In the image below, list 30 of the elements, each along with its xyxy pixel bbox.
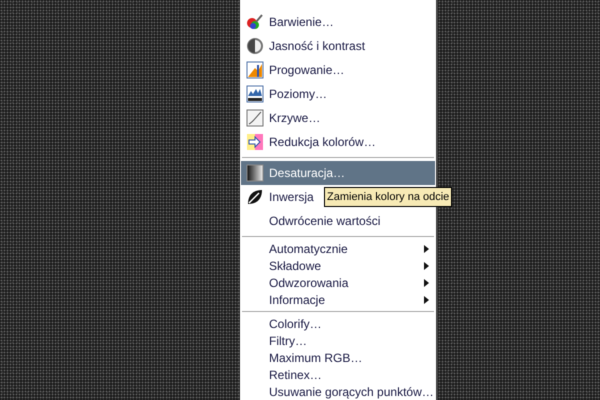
menu-item[interactable]: Odwrócenie wartości — [241, 209, 435, 233]
menu-item[interactable]: Filtry… — [241, 332, 435, 349]
menu-item[interactable]: Informacje — [241, 291, 435, 308]
threshold-icon — [246, 61, 264, 79]
menu-item[interactable]: Krzywe… — [241, 106, 435, 130]
menu-item[interactable]: Usuwanie gorących punktów… — [241, 383, 435, 400]
levels-icon — [246, 85, 264, 103]
menu-item[interactable]: Maximum RGB… — [241, 349, 435, 366]
menu-item[interactable]: Colorify… — [241, 315, 435, 332]
submenu-arrow-icon — [424, 296, 429, 304]
menu-item[interactable]: Progowanie… — [241, 58, 435, 82]
menu-item[interactable]: Retinex… — [241, 366, 435, 383]
arrow-gradient-icon — [246, 133, 264, 151]
menu-item[interactable]: Redukcja kolorów… — [241, 130, 435, 154]
menu-item[interactable]: Składowe — [241, 257, 435, 274]
gradient-square-icon — [246, 164, 264, 182]
half-circle-icon — [246, 37, 264, 55]
submenu-arrow-icon — [424, 278, 429, 286]
menu-item[interactable]: Desaturacja… — [241, 161, 435, 185]
leaf-icon — [246, 188, 264, 206]
submenu-arrow-icon — [424, 262, 429, 270]
menu-item[interactable]: Odwzorowania — [241, 274, 435, 291]
menu-item[interactable]: Barwienie… — [241, 10, 435, 34]
submenu-arrow-icon — [424, 244, 429, 252]
menu-item[interactable]: Jasność i kontrast — [241, 34, 435, 58]
tooltip: Zamienia kolory na odcie — [324, 187, 452, 207]
menu-item[interactable]: Automatycznie — [241, 240, 435, 257]
menu-item[interactable]: Poziomy… — [241, 82, 435, 106]
curve-icon — [246, 109, 264, 127]
palette-brush-icon — [246, 13, 264, 31]
